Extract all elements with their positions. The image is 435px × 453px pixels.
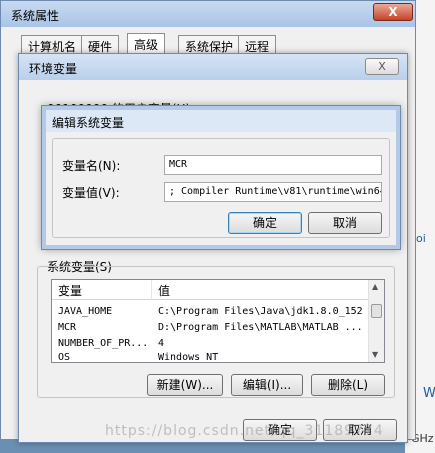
variable-value-input[interactable]: ; Compiler Runtime\v81\runtime\win64 [164,182,382,202]
variable-value-cell: 4 [158,338,165,349]
tab-advanced[interactable]: 高级 [127,33,166,55]
system-properties-titlebar[interactable]: 系统属性 X [1,1,415,27]
tab-hardware[interactable]: 硬件 [81,35,120,55]
column-header-variable[interactable]: 变量 [52,280,152,300]
variable-value-cell: C:\Program Files\Java\jdk1.8.0_152 [158,306,363,317]
variable-name-label: 变量名(N): [62,159,121,173]
system-variables-list[interactable]: 变量 值 JAVA_HOME C:\Program Files\Java\jdk… [51,279,385,363]
variable-name-cell: NUMBER_OF_PR... [58,338,149,349]
watermark: https://blog.csdn.net/qq_31189774 [105,423,384,439]
tab-system-protection[interactable]: 系统保护 [178,35,241,55]
variable-name-cell: MCR [58,322,77,333]
scroll-up-icon[interactable]: ▲ [372,282,378,291]
tab-remote[interactable]: 远程 [238,35,277,55]
column-header-value[interactable]: 值 [152,280,370,300]
edit-system-variable-dialog: 编辑系统变量 变量名(N): MCR 变量值(V): ; Compiler Ru… [41,105,401,250]
edit-dialog-titlebar[interactable]: 编辑系统变量 [46,110,396,132]
variable-value-cell: Windows_NT [158,352,219,362]
new-variable-button[interactable]: 新建(W)... [147,374,223,396]
window-title: 系统属性 [11,9,60,23]
tab-computer-name[interactable]: 计算机名 [21,35,84,55]
table-row[interactable]: MCR D:\Program Files\MATLAB\MATLAB ... [52,320,370,336]
environment-variables-titlebar[interactable]: 环境变量 X [19,54,407,80]
cancel-button[interactable]: 取消 [308,212,382,234]
edit-variable-button[interactable]: 编辑(I)... [231,374,303,396]
variable-name-cell: JAVA_HOME [58,306,113,317]
close-button[interactable]: X [365,58,399,75]
variable-name-cell: OS [58,352,71,362]
background-text: W [423,386,435,401]
window-title: 环境变量 [29,62,78,76]
table-row[interactable]: JAVA_HOME C:\Program Files\Java\jdk1.8.0… [52,304,370,320]
variable-value-cell: D:\Program Files\MATLAB\MATLAB ... [158,322,363,333]
scroll-thumb[interactable] [371,304,382,318]
variable-value-label: 变量值(V): [62,186,120,200]
vertical-scrollbar[interactable]: ▲ ▼ [368,280,384,362]
scroll-down-icon[interactable]: ▼ [372,350,378,359]
delete-variable-button[interactable]: 删除(L) [311,374,385,396]
close-button[interactable]: X [373,3,413,21]
dialog-title: 编辑系统变量 [52,116,125,130]
ok-button[interactable]: 确定 [228,212,302,234]
variable-name-input[interactable]: MCR [164,155,382,175]
table-row[interactable]: OS Windows_NT [52,350,370,362]
